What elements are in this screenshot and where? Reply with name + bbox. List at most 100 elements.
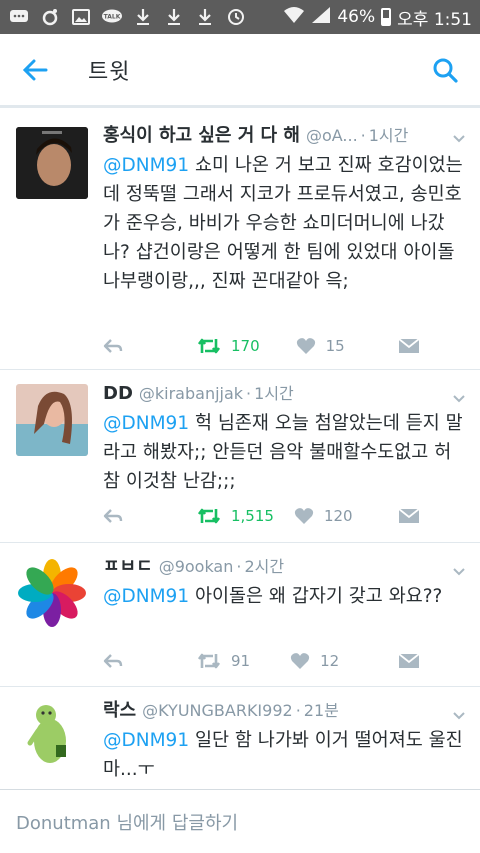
page-title: 트윗	[88, 59, 131, 85]
tweet[interactable]: DD @kirabanjjak · 1시간 @DNM91 헉 님존재 오늘 첨알…	[0, 370, 480, 543]
direct-message-button[interactable]	[398, 508, 420, 524]
avatar-photo	[16, 127, 88, 199]
back-arrow-icon	[22, 59, 48, 80]
mention-link[interactable]: @DNM91	[103, 413, 189, 434]
author-name[interactable]: ㅍㅂㄷ	[103, 555, 153, 579]
alarm-icon	[225, 7, 247, 27]
reply-icon	[103, 509, 123, 523]
svg-text:TALK: TALK	[104, 14, 121, 21]
heart-icon	[296, 338, 315, 354]
signal-icon	[311, 6, 331, 29]
retweet-icon	[197, 508, 221, 524]
tweet[interactable]: ㅍㅂㄷ @9ookan · 2시간 @DNM91 아이돌은 왜 갑자기 갖고 와…	[0, 543, 480, 687]
search-icon	[433, 58, 458, 83]
download-icon	[132, 7, 154, 27]
retweet-icon	[197, 653, 221, 669]
avatar[interactable]	[16, 384, 88, 456]
envelope-icon	[398, 338, 420, 353]
envelope-icon	[398, 653, 420, 668]
like-button[interactable]: 120	[294, 507, 353, 525]
like-button[interactable]: 12	[290, 652, 339, 670]
notification-icons: TALK	[8, 7, 247, 27]
reply-icon	[103, 339, 123, 353]
chevron-down-icon[interactable]	[452, 709, 466, 723]
heart-icon	[294, 508, 314, 524]
avatar-photo	[16, 384, 88, 456]
retweet-count: 91	[231, 652, 251, 670]
mention-link[interactable]: @DNM91	[103, 730, 189, 751]
retweet-button[interactable]: 170	[197, 337, 260, 355]
author-handle[interactable]: @9ookan	[159, 555, 234, 579]
clock: 오후 1:51	[397, 9, 472, 30]
author-name[interactable]: 락스	[103, 699, 136, 723]
like-count: 15	[325, 337, 345, 355]
tweet-text: @DNM91 쇼미 나온 거 보고 진짜 호감이었는데 정뚝떨 그래서 지코가 …	[103, 151, 468, 296]
reply-button[interactable]	[103, 508, 123, 524]
author-handle[interactable]: @kirabanjjak	[139, 382, 243, 406]
author-handle[interactable]: @KYUNGBARKI992	[142, 699, 293, 723]
reply-placeholder: Donutman 님에게 답글하기	[16, 812, 239, 834]
tweet-actions: 91 12	[103, 647, 420, 675]
tweet[interactable]: 락스 @KYUNGBARKI992 · 21분 @DNM91 일단 함 나가봐 …	[0, 687, 480, 789]
like-button[interactable]: 15	[296, 337, 345, 355]
separator-dot: ·	[360, 126, 366, 145]
app-bar: 트윗	[0, 34, 480, 108]
talk-icon: TALK	[101, 7, 123, 27]
direct-message-button[interactable]	[398, 653, 420, 669]
timestamp[interactable]: 1시간	[369, 124, 409, 148]
author-handle[interactable]: @oA...	[306, 124, 358, 148]
back-button[interactable]	[0, 33, 70, 107]
wifi-icon	[283, 6, 305, 29]
chevron-down-icon[interactable]	[452, 392, 466, 406]
chevron-down-icon[interactable]	[452, 565, 466, 579]
tweet-text: @DNM91 헉 님존재 오늘 첨알았는데 듣지 말라고 해봤자;; 안듣던 음…	[103, 409, 468, 496]
tweet-actions: 170 15	[103, 332, 420, 360]
timestamp[interactable]: 21분	[304, 699, 339, 723]
tweet-text: @DNM91 일단 함 나가봐 이거 떨어져도 울진 마...ㅜ	[103, 726, 468, 784]
timestamp[interactable]: 1시간	[254, 382, 294, 406]
tweet-actions: 1,515 120	[103, 502, 420, 530]
reply-button[interactable]	[103, 338, 123, 354]
reply-feed: 홍식이 하고 싶은 거 다 해 @oA... · 1시간 @DNM91 쇼미 나…	[0, 108, 480, 789]
timestamp[interactable]: 2시간	[244, 555, 284, 579]
retweet-button[interactable]: 91	[197, 652, 250, 670]
avatar[interactable]	[16, 701, 88, 773]
mention-link[interactable]: @DNM91	[103, 586, 189, 607]
retweet-icon	[197, 338, 221, 354]
battery-icon	[381, 8, 392, 26]
separator-dot: ·	[295, 701, 301, 720]
tweet[interactable]: 홍식이 하고 싶은 거 다 해 @oA... · 1시간 @DNM91 쇼미 나…	[0, 108, 480, 370]
separator-dot: ·	[246, 384, 252, 403]
heart-icon	[290, 653, 310, 669]
battery-percent: 46%	[337, 7, 376, 27]
retweet-count: 1,515	[231, 507, 274, 525]
tweet-body: 아이돌은 왜 갑자기 갖고 와요??	[189, 586, 443, 607]
author-name[interactable]: 홍식이 하고 싶은 거 다 해	[103, 124, 300, 148]
like-count: 120	[323, 507, 353, 525]
status-bar: TALK 46% 오후 1:51	[0, 0, 480, 34]
avatar-photo	[16, 557, 88, 629]
direct-message-button[interactable]	[398, 338, 420, 354]
reply-input[interactable]: Donutman 님에게 답글하기	[0, 789, 480, 853]
tweet-text: @DNM91 아이돌은 왜 갑자기 갖고 와요??	[103, 582, 468, 611]
envelope-icon	[398, 508, 420, 523]
avatar[interactable]	[16, 557, 88, 629]
avatar-photo	[16, 701, 88, 773]
download-icon	[163, 7, 185, 27]
system-status: 46% 오후 1:51	[283, 5, 472, 30]
mention-link[interactable]: @DNM91	[103, 155, 189, 176]
gallery-icon	[70, 7, 92, 27]
avatar[interactable]	[16, 127, 88, 199]
sync-icon	[39, 7, 61, 27]
author-name[interactable]: DD	[103, 382, 133, 406]
reply-button[interactable]	[103, 653, 123, 669]
message-icon	[8, 7, 30, 27]
search-button[interactable]	[410, 33, 480, 107]
like-count: 12	[320, 652, 340, 670]
retweet-button[interactable]: 1,515	[197, 507, 274, 525]
retweet-count: 170	[231, 337, 260, 355]
reply-icon	[103, 654, 123, 668]
download-icon	[194, 7, 216, 27]
chevron-down-icon[interactable]	[452, 132, 466, 146]
separator-dot: ·	[236, 557, 242, 576]
